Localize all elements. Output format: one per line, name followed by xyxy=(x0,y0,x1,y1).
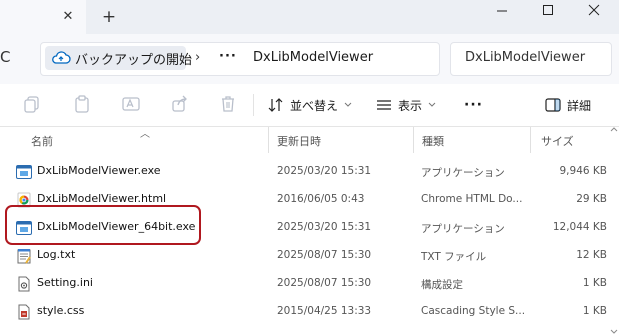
close-window-button[interactable] xyxy=(571,0,617,20)
share-icon[interactable] xyxy=(170,94,190,114)
breadcrumb-home-label: バックアップの開始 xyxy=(75,53,193,68)
column-divider[interactable] xyxy=(268,127,269,153)
file-size: 12 KB xyxy=(576,249,607,261)
file-date: 2025/03/20 15:31 xyxy=(277,165,372,177)
highlight-annotation xyxy=(5,205,201,245)
breadcrumb-overflow[interactable]: ··· xyxy=(219,49,237,64)
file-row[interactable]: Setting.ini 2025/08/07 15:30 構成設定 1 KB xyxy=(0,270,619,298)
more-options-button[interactable]: ··· xyxy=(464,95,483,115)
file-date: 2025/08/07 15:30 xyxy=(277,277,372,289)
details-pane-button[interactable]: 詳細 xyxy=(545,95,591,115)
chevron-down-icon xyxy=(344,102,352,107)
file-type: アプリケーション xyxy=(421,167,505,179)
file-size: 1 KB xyxy=(582,277,607,289)
minimize-icon xyxy=(497,10,507,12)
tab-close-icon[interactable]: ✕ xyxy=(58,6,78,26)
vertical-scrollbar[interactable] xyxy=(609,127,619,334)
file-date: 2025/08/07 15:30 xyxy=(277,249,372,261)
details-label: 詳細 xyxy=(567,98,592,113)
column-divider[interactable] xyxy=(530,127,531,153)
file-type: TXT ファイル xyxy=(421,251,487,263)
file-name: DxLibModelViewer.html xyxy=(37,192,167,205)
file-date: 2016/06/05 0:43 xyxy=(277,193,365,205)
file-type: Cascading Style S... xyxy=(421,305,525,317)
file-row[interactable]: style.css 2015/04/25 13:33 Cascading Sty… xyxy=(0,298,619,326)
file-row[interactable]: Log.txt 2025/08/07 15:30 TXT ファイル 12 KB xyxy=(0,242,619,270)
view-button[interactable]: 表示 xyxy=(376,95,437,115)
file-size: 29 KB xyxy=(576,193,607,205)
column-header-date[interactable]: 更新日時 xyxy=(277,133,321,149)
settings-file-icon xyxy=(18,276,30,292)
maximize-icon xyxy=(543,5,553,15)
file-size: 12,044 KB xyxy=(552,221,607,233)
search-placeholder: DxLibModelViewer xyxy=(465,50,586,65)
file-size: 1 KB xyxy=(582,305,607,317)
minimize-button[interactable] xyxy=(479,0,525,20)
toolbar-divider xyxy=(253,94,254,116)
file-type: アプリケーション xyxy=(421,223,505,235)
file-name: style.css xyxy=(37,304,85,317)
scroll-up-icon xyxy=(610,127,618,132)
column-header-type[interactable]: 種類 xyxy=(422,133,444,149)
new-tab-button[interactable]: + xyxy=(98,6,120,28)
active-tab[interactable]: ✕ xyxy=(0,0,86,34)
cloud-backup-icon xyxy=(52,51,71,64)
sort-button[interactable]: 並べ替え xyxy=(268,95,353,115)
paste-icon[interactable] xyxy=(72,94,92,114)
chevron-down-icon xyxy=(428,102,436,107)
rename-icon[interactable] xyxy=(121,94,141,114)
address-bar-area: C バックアップの開始 › ··· DxLibModelViewer DxLib… xyxy=(0,34,619,84)
sort-ascending-icon: ︿ xyxy=(140,129,150,140)
file-date: 2015/04/25 13:33 xyxy=(277,305,372,317)
column-divider[interactable] xyxy=(413,127,414,153)
breadcrumb-current-folder[interactable]: DxLibModelViewer xyxy=(253,50,373,65)
exe-icon xyxy=(16,165,32,179)
file-type: Chrome HTML Do... xyxy=(421,193,523,205)
copy-icon[interactable] xyxy=(22,94,42,114)
delete-icon[interactable] xyxy=(218,94,238,114)
refresh-icon[interactable]: C xyxy=(0,48,18,66)
column-header-size[interactable]: サイズ xyxy=(541,133,574,149)
view-label: 表示 xyxy=(398,98,423,113)
file-date: 2025/03/20 15:31 xyxy=(277,221,372,233)
file-name: DxLibModelViewer.exe xyxy=(37,164,161,177)
file-row[interactable]: DxLibModelViewer.exe 2025/03/20 15:31 アプ… xyxy=(0,158,619,186)
scroll-down-icon xyxy=(610,329,618,334)
column-headers: ︿ 名前 更新日時 種類 サイズ xyxy=(0,127,619,155)
maximize-button[interactable] xyxy=(525,0,571,20)
details-pane-icon xyxy=(545,98,561,112)
file-type: 構成設定 xyxy=(421,279,463,291)
chevron-right-icon: › xyxy=(195,50,201,65)
breadcrumb-home[interactable]: バックアップの開始 xyxy=(45,46,192,70)
file-name: Log.txt xyxy=(37,248,76,261)
search-input[interactable]: DxLibModelViewer xyxy=(450,42,612,76)
title-bar: ✕ + xyxy=(0,0,619,34)
css-file-icon xyxy=(18,304,30,320)
breadcrumb[interactable]: バックアップの開始 › ··· DxLibModelViewer xyxy=(40,42,440,76)
file-size: 9,946 KB xyxy=(559,165,608,177)
view-list-icon xyxy=(377,100,391,110)
close-icon xyxy=(588,4,600,16)
sort-label: 並べ替え xyxy=(290,98,339,113)
file-name: Setting.ini xyxy=(37,276,93,289)
command-toolbar: 並べ替え 表示 ··· 詳細 xyxy=(0,84,619,127)
text-file-icon xyxy=(17,249,31,264)
sort-icon xyxy=(268,98,283,112)
column-header-name[interactable]: 名前 xyxy=(31,133,53,149)
